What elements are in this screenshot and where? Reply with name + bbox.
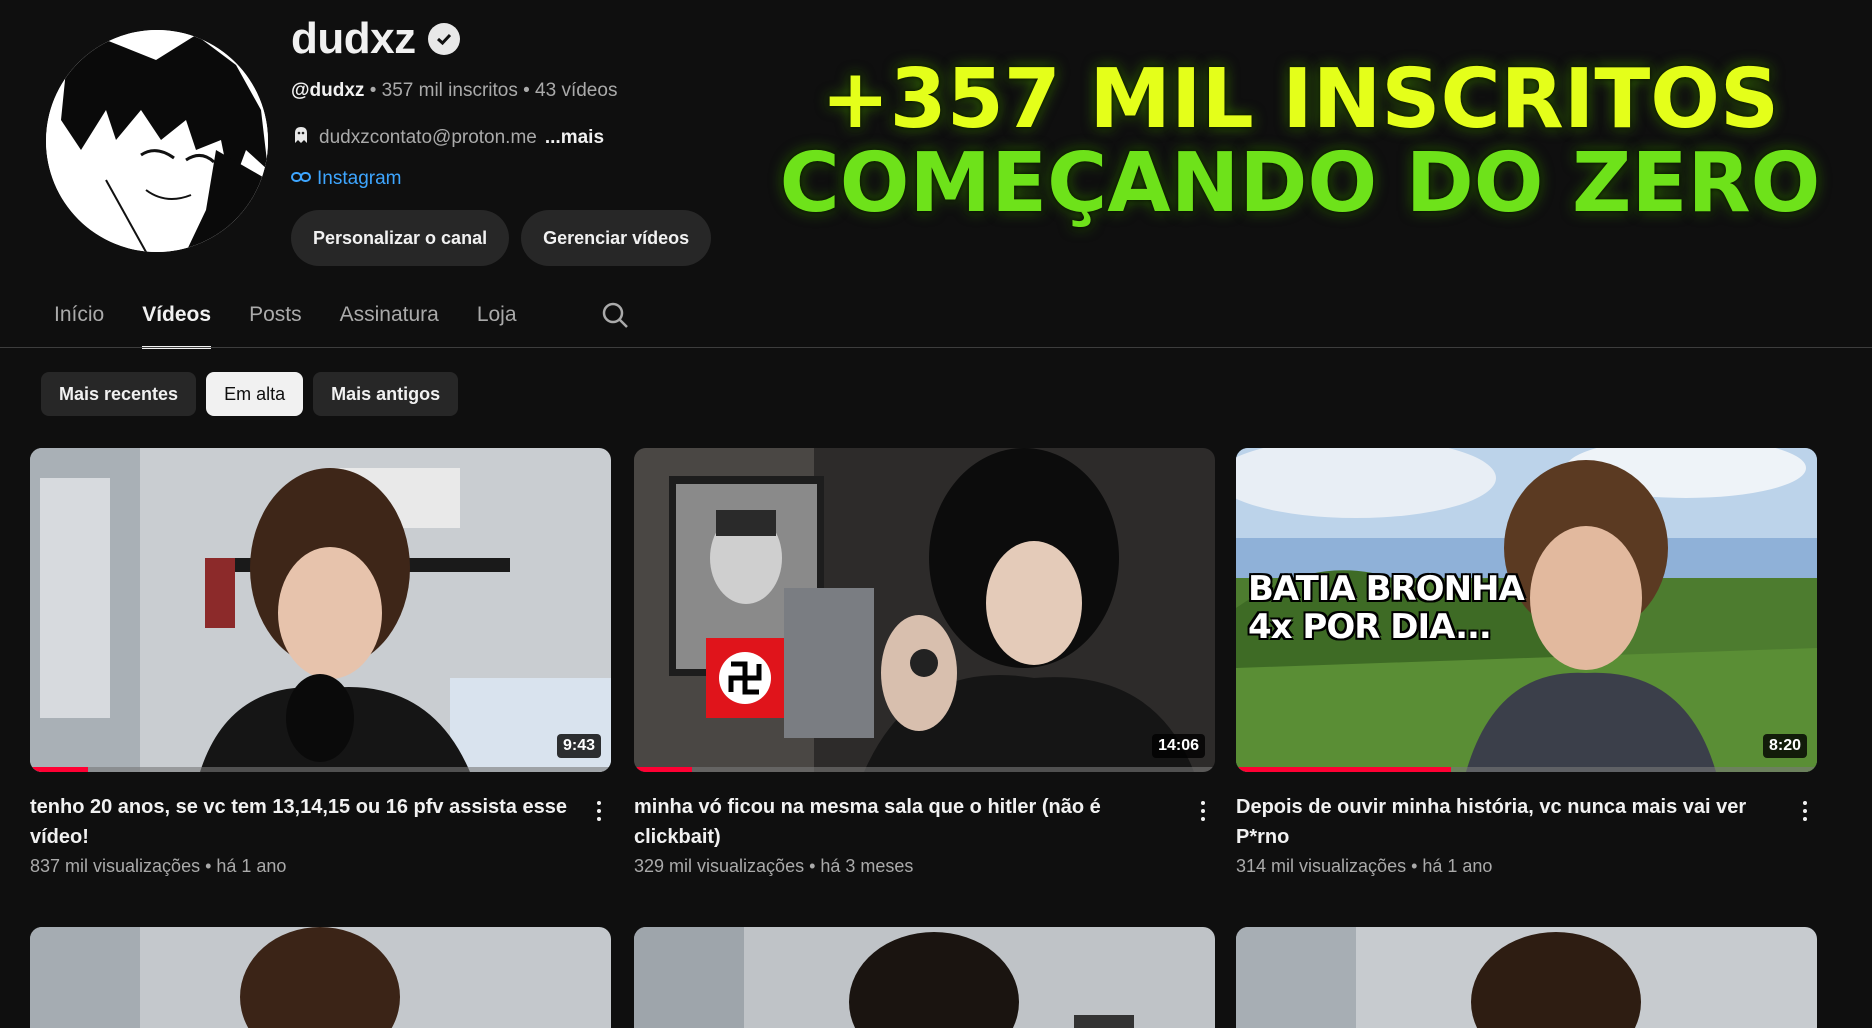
video-card[interactable]: 14:06 minha vó ficou na mesma sala que o… [634,448,1215,877]
channel-stats: • 357 mil inscritos • 43 vídeos [364,80,618,101]
more-options-icon[interactable] [587,796,611,826]
thumbnail-overlay-text: BATIA BRONHA 4x POR DIA... [1248,569,1525,647]
watch-progress [1236,767,1451,772]
channel-meta: @dudxz • 357 mil inscritos • 43 vídeos [291,80,617,102]
chip-em-alta[interactable]: Em alta [206,372,304,416]
tab-inicio[interactable]: Início [54,292,104,349]
channel-avatar[interactable] [46,30,268,252]
more-options-icon[interactable] [1793,796,1817,826]
video-card[interactable]: BATIA BRONHA 4x POR DIA... 8:20 Depois d… [1236,448,1817,877]
manage-videos-button[interactable]: Gerenciar vídeos [521,210,712,266]
contact-email: dudxzcontato@proton.me [319,127,537,148]
instagram-link[interactable]: Instagram [291,168,401,190]
instagram-link-text: Instagram [317,168,402,189]
video-thumbnail[interactable] [1236,927,1817,1028]
tab-assinatura[interactable]: Assinatura [340,292,439,349]
video-card[interactable] [1236,927,1817,1028]
verified-check-icon [427,23,460,55]
more-options-icon[interactable] [1191,796,1215,826]
video-thumbnail[interactable] [30,927,611,1028]
video-stats: 314 mil visualizações • há 1 ano [1236,856,1493,876]
sort-chips: Mais recentes Em alta Mais antigos [41,372,459,416]
chip-mais-antigos[interactable]: Mais antigos [313,372,459,416]
video-duration: 9:43 [556,734,601,758]
video-thumbnail[interactable]: 14:06 [634,448,1215,772]
channel-tabs: Início Vídeos Posts Assinatura Loja [54,292,555,349]
video-thumbnail[interactable]: BATIA BRONHA 4x POR DIA... 8:20 [1236,448,1817,772]
video-duration: 8:20 [1762,734,1807,758]
overlay-line-1: BATIA BRONHA [1248,569,1525,609]
banner-line-1: +357 MIL INSCRITOS [820,52,1780,147]
video-title[interactable]: minha vó ficou na mesma sala que o hitle… [634,792,1174,852]
watch-progress [634,767,693,772]
video-card[interactable]: 9:43 tenho 20 anos, se vc tem 13,14,15 o… [30,448,611,877]
progress-track [30,767,611,772]
tab-loja[interactable]: Loja [477,292,517,349]
video-card[interactable] [634,927,1215,1028]
more-link[interactable]: ...mais [545,127,604,149]
customize-channel-button[interactable]: Personalizar o canal [291,210,510,266]
video-duration: 14:06 [1152,734,1205,758]
channel-description[interactable]: dudxzcontato@proton.me ...mais [291,125,604,151]
watch-progress [30,767,89,772]
chip-mais-recentes[interactable]: Mais recentes [41,372,197,416]
video-thumbnail[interactable]: 9:43 [30,448,611,772]
video-title[interactable]: tenho 20 anos, se vc tem 13,14,15 ou 16 … [30,792,570,852]
video-card[interactable] [30,927,611,1028]
video-title[interactable]: Depois de ouvir minha história, vc nunca… [1236,792,1776,852]
banner-headline: +357 MIL INSCRITOS COMEÇANDO DO ZERO [740,58,1860,226]
tabs-divider [0,347,1872,348]
progress-track [634,767,1215,772]
channel-actions: Personalizar o canal Gerenciar vídeos [291,210,712,266]
channel-handle: @dudxz [291,80,365,101]
video-stats: 837 mil visualizações • há 1 ano [30,856,287,876]
video-stats: 329 mil visualizações • há 3 meses [634,856,914,876]
banner-line-2: COMEÇANDO DO ZERO [779,136,1821,231]
video-thumbnail[interactable] [634,927,1215,1028]
channel-name-text: dudxz [291,14,416,63]
tab-videos[interactable]: Vídeos [142,292,211,349]
channel-name: dudxz [291,14,460,64]
ghost-icon [291,125,311,151]
search-icon[interactable] [600,300,630,330]
link-icon [291,168,311,190]
overlay-line-2: 4x POR DIA... [1248,607,1492,647]
tab-posts[interactable]: Posts [249,292,302,349]
